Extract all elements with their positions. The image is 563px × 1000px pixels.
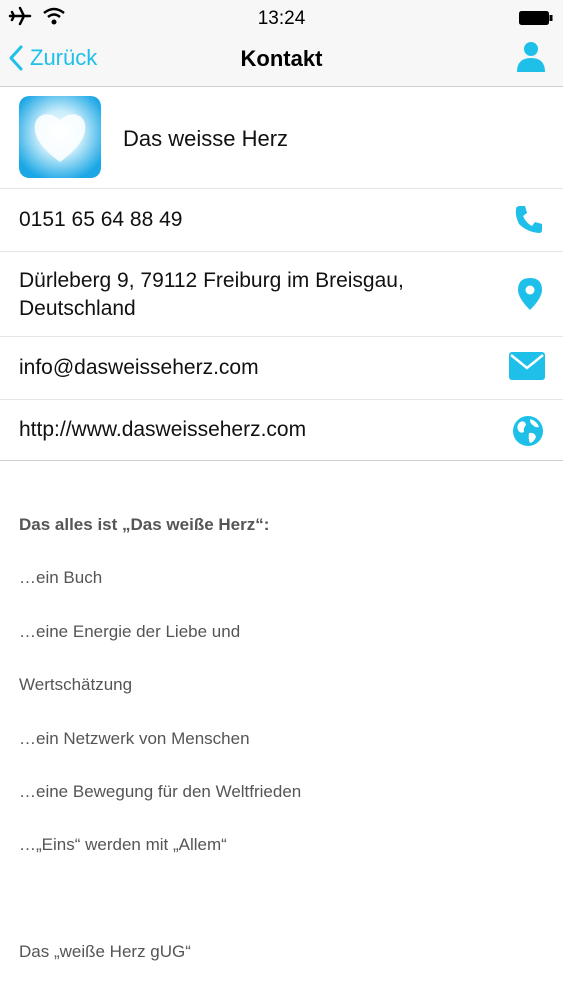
description-line-5: …eine Bewegung für den Weltfrieden: [19, 782, 302, 801]
logo: [19, 96, 101, 178]
description-line-6: …„Eins“ werden mit „Allem“: [19, 835, 227, 854]
globe-icon[interactable]: [511, 414, 545, 448]
status-bar: 13:24: [0, 0, 563, 36]
phone-number: 0151 65 64 88 49: [19, 208, 183, 231]
email-address: info@dasweisseherz.com: [19, 356, 259, 379]
description-line-4: …ein Netzwerk von Menschen: [19, 729, 250, 748]
address-line-2: Deutschland: [19, 297, 136, 320]
person-icon[interactable]: [515, 40, 547, 72]
section-divider: [0, 460, 563, 461]
phone-icon[interactable]: [513, 203, 545, 235]
battery-icon: [519, 11, 553, 25]
description-line-3: Wertschätzung: [19, 675, 133, 694]
website-url: http://www.dasweisseherz.com: [19, 418, 307, 441]
description-line-1: …ein Buch: [19, 568, 103, 587]
description-footer: Das „weiße Herz gUG“: [19, 942, 191, 961]
envelope-icon[interactable]: [509, 352, 545, 380]
status-time: 13:24: [257, 8, 306, 29]
contact-header: Das weisse Herz: [0, 88, 563, 184]
description-heading: Das alles ist „Das weiße Herz“:: [19, 515, 270, 534]
phone-row[interactable]: 0151 65 64 88 49: [0, 188, 563, 252]
navigation-bar: Zurück Kontakt: [0, 36, 563, 87]
description-line-2: …eine Energie der Liebe und: [19, 622, 241, 641]
address-line-1: Dürleberg 9, 79112 Freiburg im Breisgau,: [19, 269, 404, 292]
email-row[interactable]: info@dasweisseherz.com: [0, 337, 563, 400]
page-title: Kontakt: [240, 46, 323, 71]
address-row[interactable]: Dürleberg 9, 79112 Freiburg im Breisgau,…: [0, 251, 563, 337]
contact-name: Das weisse Herz: [123, 126, 289, 151]
map-pin-icon[interactable]: [515, 277, 545, 311]
address-text: Dürleberg 9, 79112 Freiburg im Breisgau,…: [19, 267, 404, 323]
website-row[interactable]: http://www.dasweisseherz.com: [0, 400, 563, 460]
